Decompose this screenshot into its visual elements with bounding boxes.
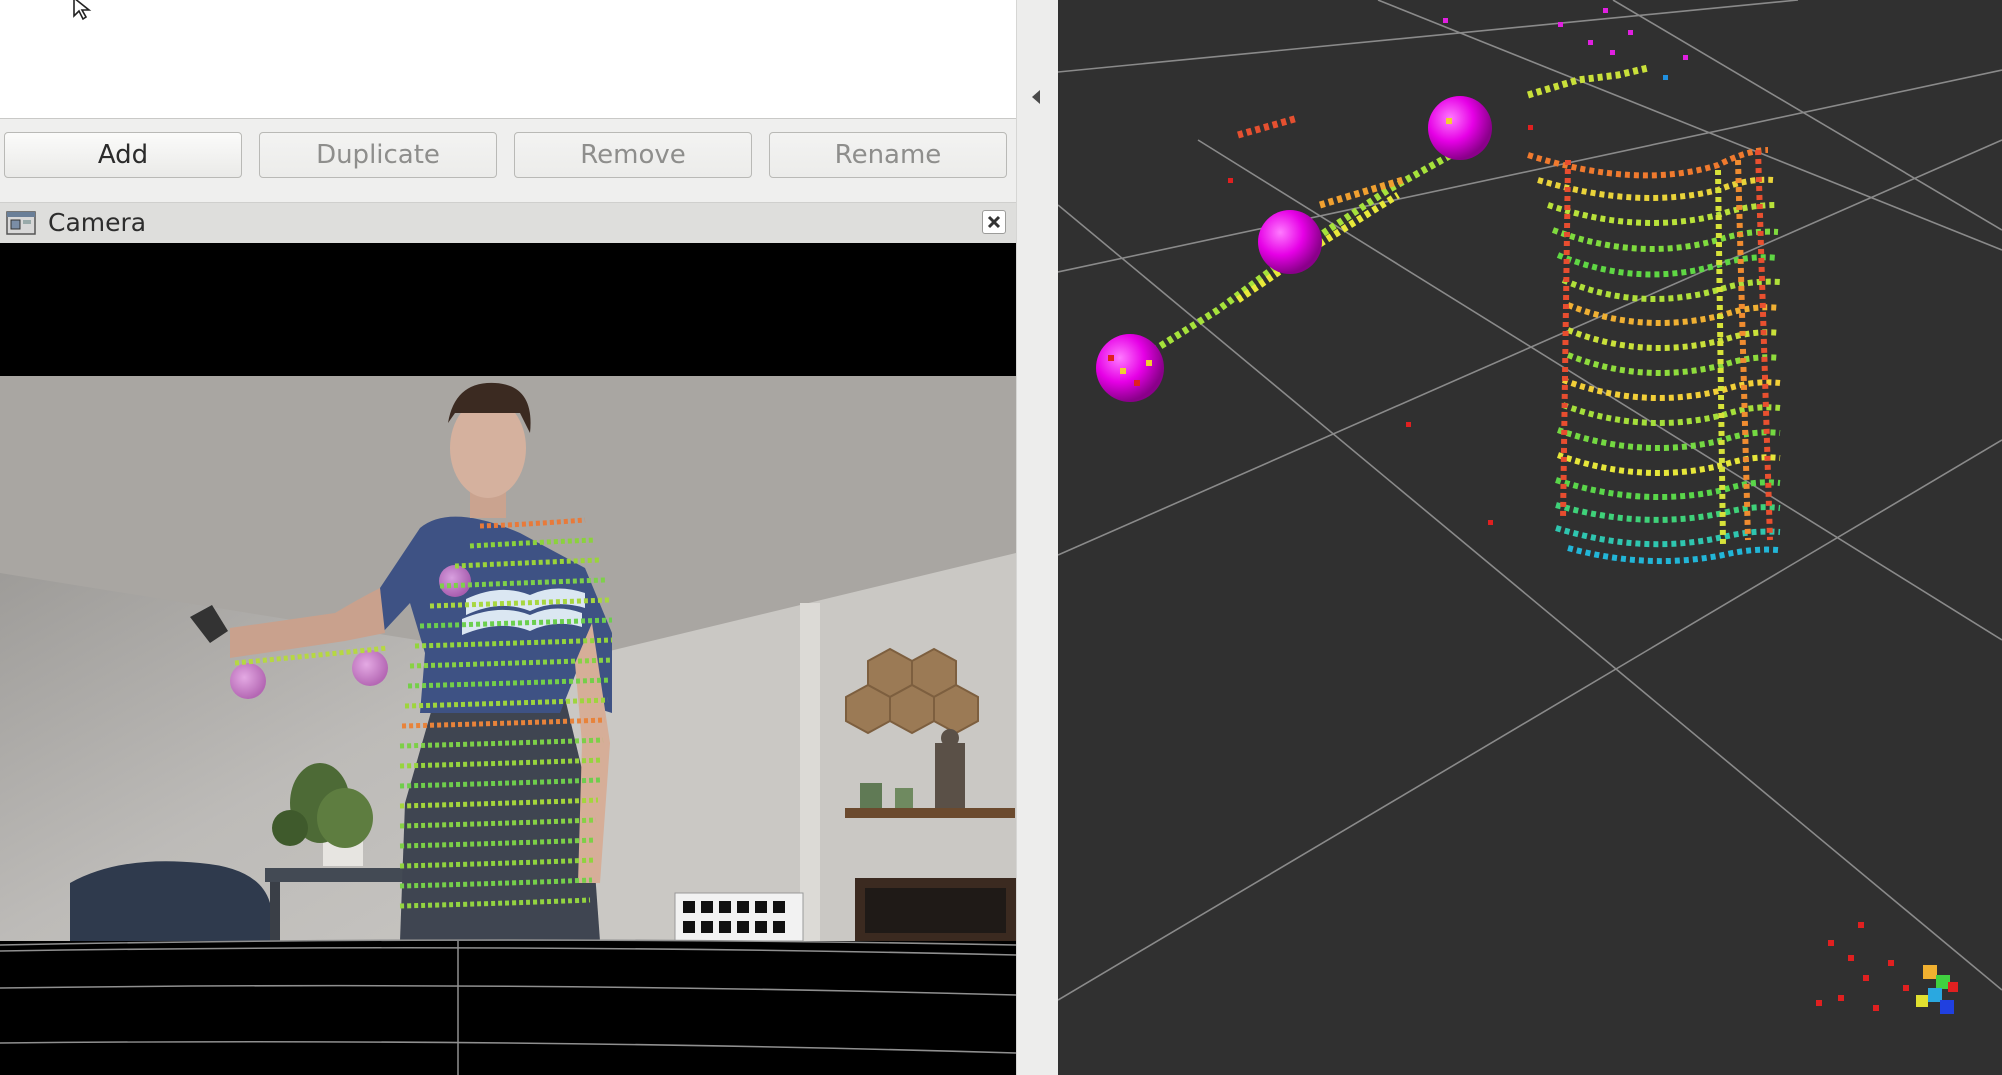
camera-panel-title: Camera	[48, 208, 147, 237]
collapse-left-icon[interactable]	[1029, 88, 1043, 106]
dock-splitter[interactable]	[1016, 0, 1059, 1075]
views-list[interactable]	[0, 0, 1016, 119]
ground-grid	[1058, 0, 2002, 1001]
camera-panel-header[interactable]: Camera	[0, 202, 1016, 244]
joint-marker	[230, 663, 266, 699]
joint-sphere	[1258, 210, 1322, 274]
joint-sphere	[1096, 334, 1164, 402]
close-icon[interactable]	[982, 210, 1006, 234]
left-dock: Add Duplicate Remove Rename Camera	[0, 0, 1016, 1075]
views-button-row: Add Duplicate Remove Rename	[0, 132, 1016, 180]
duplicate-button[interactable]: Duplicate	[259, 132, 497, 178]
joint-marker	[352, 650, 388, 686]
mouse-cursor-icon	[73, 0, 92, 21]
arm-point-cloud	[1128, 64, 1649, 368]
3d-render-view[interactable]	[1058, 0, 2002, 1075]
remove-button[interactable]: Remove	[514, 132, 752, 178]
camera-image-view[interactable]	[0, 243, 1016, 1075]
add-button[interactable]: Add	[4, 132, 242, 178]
torso-point-cloud	[1527, 147, 1781, 565]
joint-marker	[439, 565, 471, 597]
camera-panel-icon	[6, 211, 36, 235]
joint-sphere	[1428, 96, 1492, 160]
fiducial-board	[674, 892, 804, 942]
rename-button[interactable]: Rename	[769, 132, 1007, 178]
